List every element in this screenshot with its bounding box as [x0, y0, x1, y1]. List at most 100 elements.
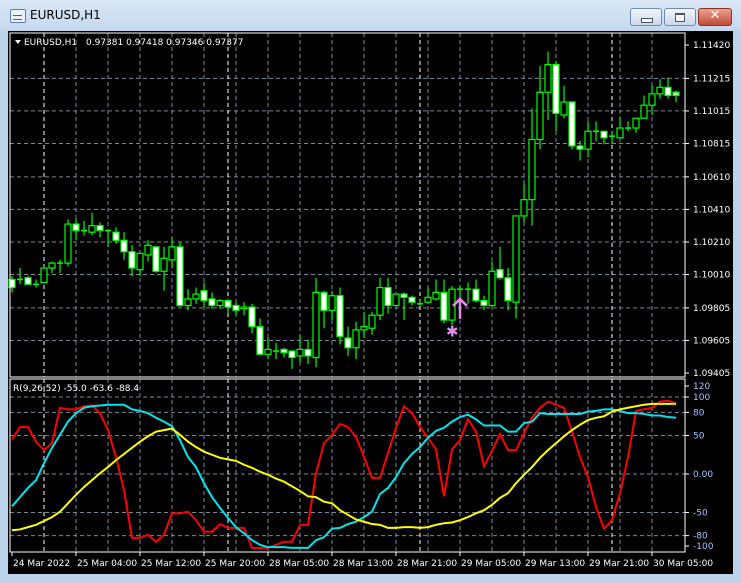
time-label: 25 Mar 04:00 [77, 559, 137, 569]
candle-bull [432, 291, 440, 300]
candle-bull [536, 91, 544, 141]
candle-bear [496, 269, 504, 279]
candle-bear [112, 231, 120, 241]
candle-bear [200, 290, 208, 302]
main-pane-border [9, 32, 686, 378]
price-label: 1.10010 [693, 271, 730, 281]
candle-bear [208, 298, 216, 307]
indicator-label: -100 [693, 542, 714, 552]
price-label: 1.09605 [693, 336, 730, 346]
candle-bull [312, 291, 320, 359]
candle-bull [328, 295, 336, 311]
candle-bull [296, 348, 304, 357]
candle-bull [488, 270, 496, 307]
price-label: 1.11420 [693, 41, 730, 51]
candle-bear [568, 101, 576, 147]
star-icon: ✱ [446, 322, 459, 340]
candle-bear [440, 291, 448, 321]
indicator-label: 100 [693, 393, 710, 403]
main-header: EURUSD,H1 0.97381 0.97418 0.97346 0.9737… [15, 38, 243, 48]
candle-bull [40, 267, 48, 284]
candle-bull [640, 104, 648, 119]
symbol-label: EURUSD,H1 [24, 38, 77, 48]
candle-bull [168, 246, 176, 261]
chart-window-icon [10, 9, 26, 23]
indicator-label: 0.00 [693, 470, 713, 480]
candle-bull [544, 63, 552, 93]
candle-bull [616, 127, 624, 139]
candle-bull [632, 117, 640, 129]
candle-bull [144, 244, 152, 256]
candle-bear [672, 91, 680, 97]
chart-area[interactable]: ✱ 1.11420 1.11215 1.11015 1.10815 1.10610 1.1… [8, 31, 733, 574]
candle-bull [560, 101, 568, 116]
candle-bear [600, 130, 608, 139]
candle-bull [88, 225, 96, 233]
indicator-header: R(9,26,52) -55.0 -63.6 -88.4 [13, 384, 139, 394]
candle-bull [424, 296, 432, 303]
axes: 1.11420 1.11215 1.11015 1.10815 1.10610 1.104… [11, 41, 730, 569]
candle-bear [24, 277, 32, 285]
time-label: 25 Mar 12:00 [141, 559, 201, 569]
candle-bull [656, 86, 664, 95]
candle-bear [96, 225, 104, 232]
close-button[interactable]: ✕ [698, 8, 732, 26]
candle-bull [192, 293, 200, 300]
title-bar[interactable]: EURUSD,H1 ✕ [0, 0, 741, 31]
price-label: 1.10410 [693, 205, 730, 215]
candle-bear [248, 306, 256, 328]
candle-bear [232, 304, 240, 311]
candle-bear [72, 223, 80, 232]
minimize-icon [641, 18, 653, 23]
price-label: 1.11015 [693, 107, 730, 117]
grid [10, 33, 685, 552]
candle-bear [552, 63, 560, 114]
minimize-button[interactable] [630, 8, 662, 26]
candle-bull [48, 262, 56, 269]
candle-bear [120, 239, 128, 253]
candle-bull [216, 299, 224, 307]
candle-bear [336, 295, 344, 337]
candle-bear [408, 296, 416, 303]
candle-bull [512, 215, 520, 303]
dropdown-triangle-icon[interactable] [15, 40, 21, 44]
time-label: 28 Mar 05:00 [269, 559, 329, 569]
candle-bear [400, 293, 408, 298]
chart-canvas[interactable]: ✱ 1.114201.112151.110151.108151.106101.1… [8, 31, 733, 574]
candle-bull [648, 93, 656, 106]
candle-bear [152, 246, 160, 272]
candle-bear [472, 288, 480, 302]
candle-bull [184, 298, 192, 307]
time-label: 28 Mar 13:00 [333, 559, 393, 569]
time-label: 25 Mar 20:00 [205, 559, 265, 569]
candle-bear [256, 326, 264, 355]
candle-bear [344, 337, 352, 349]
candle-bear [384, 286, 392, 307]
maximize-button[interactable] [664, 8, 696, 26]
candle-bear [664, 86, 672, 97]
price-label: 1.10610 [693, 173, 730, 183]
close-icon: ✕ [709, 8, 721, 23]
time-label: 29 Mar 05:00 [461, 559, 521, 569]
candle-bear [576, 145, 584, 150]
candle-bear [288, 350, 296, 359]
indicator-label: 120 [693, 382, 710, 392]
price-label: 1.10210 [693, 238, 730, 248]
candle-bear [280, 348, 288, 354]
indicator-label: 50 [693, 432, 705, 442]
candle-bull [264, 348, 272, 355]
time-label: 29 Mar 21:00 [589, 559, 649, 569]
candle-bull [64, 223, 72, 264]
candle-bull [376, 286, 384, 316]
time-label: 29 Mar 13:00 [525, 559, 585, 569]
candle-bull [528, 138, 536, 201]
candle-bear [304, 348, 312, 357]
candle-bull [368, 314, 376, 329]
window-title: EURUSD,H1 [30, 8, 101, 22]
candle-bear [504, 277, 512, 302]
price-label: 1.11215 [693, 74, 730, 84]
price-label: 1.09805 [693, 304, 730, 314]
candle-bull [240, 306, 248, 310]
candle-bull [392, 293, 400, 307]
candle-bear [480, 299, 488, 307]
